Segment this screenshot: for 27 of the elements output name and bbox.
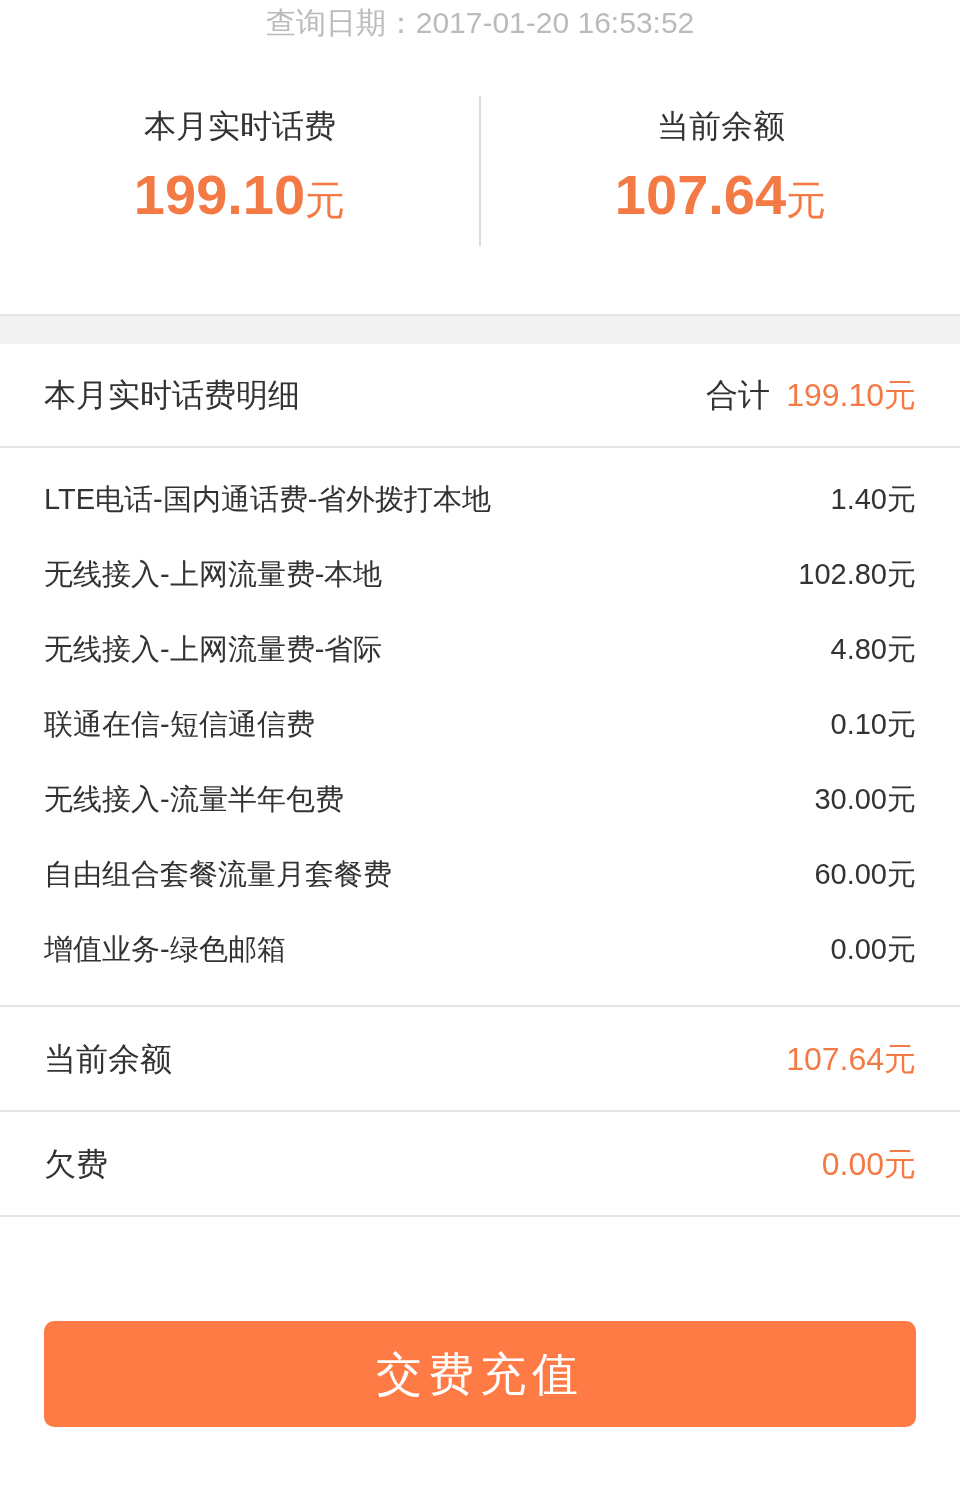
item-amount: 60.00元: [814, 856, 916, 892]
row-value: 107.64元: [786, 1039, 916, 1079]
item-amount: 0.10元: [830, 706, 916, 742]
item-name: 联通在信-短信通信费: [44, 706, 315, 742]
item-name: 增值业务-绿色邮箱: [44, 931, 286, 967]
item-name: LTE电话-国内通话费-省外拨打本地: [44, 481, 492, 517]
total-amount: 199.10元: [786, 376, 916, 415]
total-label: 合计: [706, 376, 771, 415]
item-amount: 0.00元: [830, 931, 916, 967]
item-amount: 102.80元: [798, 556, 916, 592]
row-label: 欠费: [44, 1144, 108, 1184]
item-name: 无线接入-上网流量费-省际: [44, 631, 383, 667]
item-amount: 1.40元: [830, 481, 916, 517]
summary-label: 本月实时话费: [142, 107, 337, 146]
row-label: 当前余额: [44, 1039, 172, 1079]
summary-label: 当前余额: [655, 107, 786, 146]
item-name: 自由组合套餐流量月套餐费: [44, 856, 392, 892]
row-value: 0.00元: [821, 1144, 916, 1184]
recharge-button[interactable]: 交费充值: [44, 1321, 916, 1427]
summary-amount: 107.64元: [613, 164, 828, 226]
item-amount: 4.80元: [830, 631, 916, 667]
summary-amount: 199.10元: [132, 164, 347, 226]
item-name: 无线接入-流量半年包费: [44, 781, 344, 817]
query-date: 查询日期：2017-01-20 16:53:52: [264, 8, 696, 38]
item-name: 无线接入-上网流量费-本地: [44, 556, 383, 592]
item-amount: 30.00元: [814, 781, 916, 817]
section-title: 本月实时话费明细: [44, 376, 300, 415]
